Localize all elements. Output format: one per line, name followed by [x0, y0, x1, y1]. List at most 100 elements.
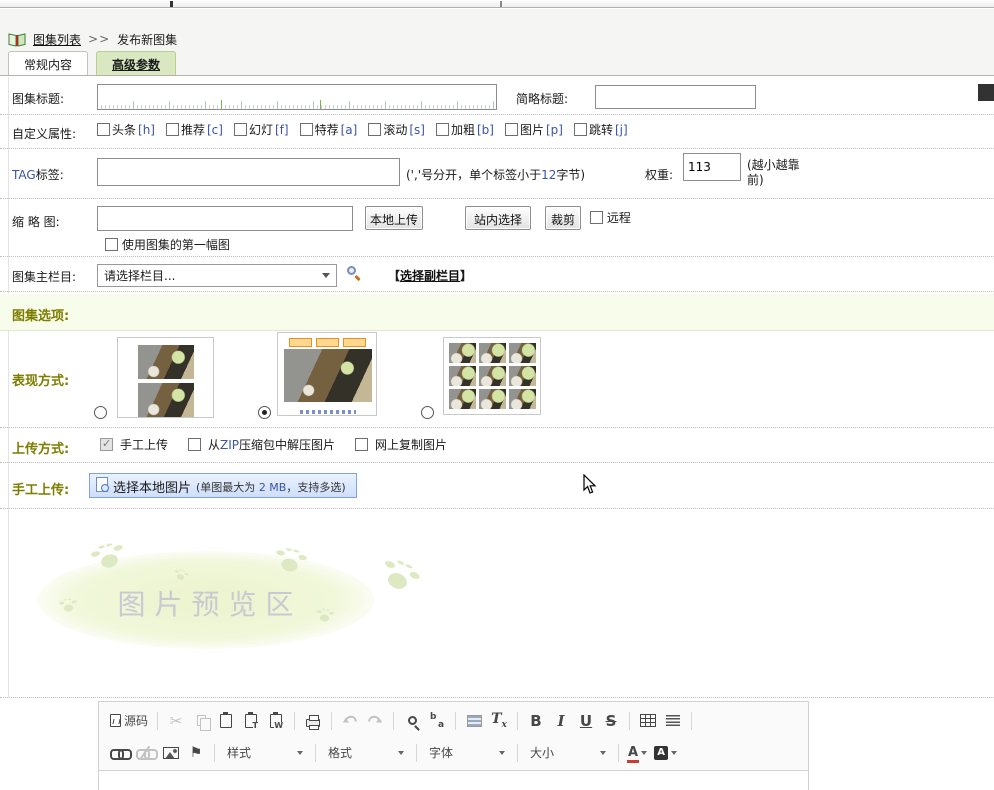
- copy-icon: [197, 715, 206, 726]
- italic-icon: I: [558, 712, 565, 730]
- font-dropdown[interactable]: 字体: [423, 742, 511, 764]
- upload-modes-group: 手工上传 从ZIP压缩包中解压图片 网上复制图片: [100, 436, 447, 453]
- tab-normal-content[interactable]: 常规内容: [8, 51, 88, 75]
- attr-picture: 图片[p]: [505, 121, 563, 138]
- remove-format-icon: Tx: [491, 711, 507, 730]
- gallery-title-label: 图集标题:: [12, 90, 64, 107]
- attr-special-checkbox[interactable]: [300, 123, 313, 136]
- crop-button[interactable]: 裁剪: [545, 206, 581, 230]
- table-button[interactable]: [636, 709, 660, 733]
- text-color-button[interactable]: A: [625, 741, 650, 765]
- pick-button-text: 选择本地图片: [113, 477, 191, 496]
- thumbnail-input[interactable]: [97, 206, 353, 231]
- paw-print-icon: [386, 570, 410, 592]
- style-list-radio[interactable]: [94, 406, 107, 419]
- horizontal-rule-button[interactable]: [661, 709, 685, 733]
- source-icon: [110, 714, 121, 727]
- search-category-icon[interactable]: [346, 265, 362, 281]
- styles-dropdown[interactable]: 样式: [221, 742, 309, 764]
- attr-bold-checkbox[interactable]: [436, 123, 449, 136]
- zip-extract-checkbox[interactable]: [188, 438, 201, 451]
- print-button[interactable]: [301, 709, 325, 733]
- size-dropdown[interactable]: 大小: [524, 742, 612, 764]
- anchor-button[interactable]: ⚑: [184, 741, 208, 765]
- style-list-preview[interactable]: [117, 337, 214, 418]
- breadcrumb-link-gallery-list[interactable]: 图集列表: [33, 31, 81, 48]
- image-button[interactable]: [159, 741, 183, 765]
- cut-icon: ✂: [170, 712, 183, 730]
- category-select-value: 请选择栏目...: [104, 267, 175, 284]
- manual-upload-label: 手工上传:: [12, 479, 69, 498]
- attr-slideshow: 幻灯[f]: [234, 121, 289, 138]
- row-divider: [0, 114, 994, 115]
- select-all-icon: [467, 715, 482, 727]
- local-upload-button[interactable]: 本地上传: [365, 206, 423, 230]
- paste-text-button[interactable]: T: [239, 709, 263, 733]
- scrollbar-thumb[interactable]: [978, 84, 994, 101]
- bold-button[interactable]: B: [524, 709, 548, 733]
- weight-label: 权重:: [645, 166, 673, 183]
- find-button[interactable]: [400, 709, 424, 733]
- unlink-button[interactable]: [133, 741, 158, 765]
- attr-headline: 头条[h]: [97, 121, 155, 138]
- paste-word-button[interactable]: W: [264, 709, 288, 733]
- attr-jump-checkbox[interactable]: [574, 123, 587, 136]
- format-dropdown[interactable]: 格式: [322, 742, 410, 764]
- tag-note: (','号分开，单个标签小于12字节): [406, 166, 585, 183]
- style-single-radio[interactable]: [258, 406, 271, 419]
- style-grid-radio[interactable]: [421, 406, 434, 419]
- breadcrumb-current: 发布新图集: [117, 31, 177, 48]
- strikethrough-icon: S: [606, 712, 617, 730]
- pick-button-note: (单图最大为 2 MB，支持多选): [196, 477, 346, 495]
- redo-button[interactable]: [363, 709, 387, 733]
- pick-local-images-button[interactable]: 选择本地图片 (单图最大为 2 MB，支持多选): [89, 473, 357, 498]
- mode-zip-extract: 从ZIP压缩包中解压图片: [188, 436, 335, 453]
- source-button[interactable]: 源码: [107, 709, 151, 733]
- cut-button[interactable]: ✂: [164, 709, 188, 733]
- select-all-button[interactable]: [462, 709, 486, 733]
- gallery-title-input[interactable]: [97, 84, 497, 110]
- preview-photo: [138, 383, 194, 417]
- italic-button[interactable]: I: [549, 709, 573, 733]
- background-color-button[interactable]: A: [651, 741, 680, 765]
- weight-input[interactable]: [683, 153, 741, 181]
- replace-button[interactable]: ba: [425, 709, 449, 733]
- strip-artifact: [500, 1, 502, 7]
- replace-icon: ba: [430, 714, 444, 728]
- remote-checkbox[interactable]: [590, 211, 603, 224]
- underline-button[interactable]: U: [574, 709, 598, 733]
- strikethrough-button[interactable]: S: [599, 709, 623, 733]
- use-first-image-checkbox[interactable]: [105, 238, 118, 251]
- web-copy-checkbox[interactable]: [355, 438, 368, 451]
- attr-recommend-checkbox[interactable]: [166, 123, 179, 136]
- style-grid-preview[interactable]: [443, 337, 541, 415]
- mode-web-copy: 网上复制图片: [355, 436, 447, 453]
- redo-icon: [367, 714, 383, 728]
- remove-format-button[interactable]: Tx: [487, 709, 511, 733]
- link-button[interactable]: [107, 741, 132, 765]
- short-title-input[interactable]: [595, 85, 756, 109]
- manual-upload-checkbox[interactable]: [100, 438, 113, 451]
- attr-picture-checkbox[interactable]: [505, 123, 518, 136]
- style-single-preview[interactable]: [277, 332, 377, 416]
- tab-advanced-params[interactable]: 高级参数: [96, 51, 176, 75]
- content-left-border: [8, 77, 9, 697]
- undo-button[interactable]: [338, 709, 362, 733]
- paste-button[interactable]: [214, 709, 238, 733]
- image-icon: [163, 747, 179, 759]
- attr-headline-checkbox[interactable]: [97, 123, 110, 136]
- category-select[interactable]: 请选择栏目...: [97, 264, 337, 287]
- tag-input[interactable]: [97, 158, 400, 186]
- attr-slideshow-checkbox[interactable]: [234, 123, 247, 136]
- site-select-button[interactable]: 站内选择: [465, 206, 531, 230]
- select-sub-category-link[interactable]: 选择副栏目: [400, 269, 460, 283]
- editor-content-area[interactable]: [99, 770, 808, 790]
- main-category-label: 图集主栏目:: [12, 268, 76, 285]
- copy-button[interactable]: [189, 709, 213, 733]
- chevron-down-icon: [297, 751, 303, 758]
- mode-manual-upload: 手工上传: [100, 436, 168, 453]
- attr-scroll-checkbox[interactable]: [368, 123, 381, 136]
- row-divider: [0, 256, 994, 257]
- paste-word-icon: W: [270, 714, 282, 728]
- chevron-down-icon: [499, 751, 505, 758]
